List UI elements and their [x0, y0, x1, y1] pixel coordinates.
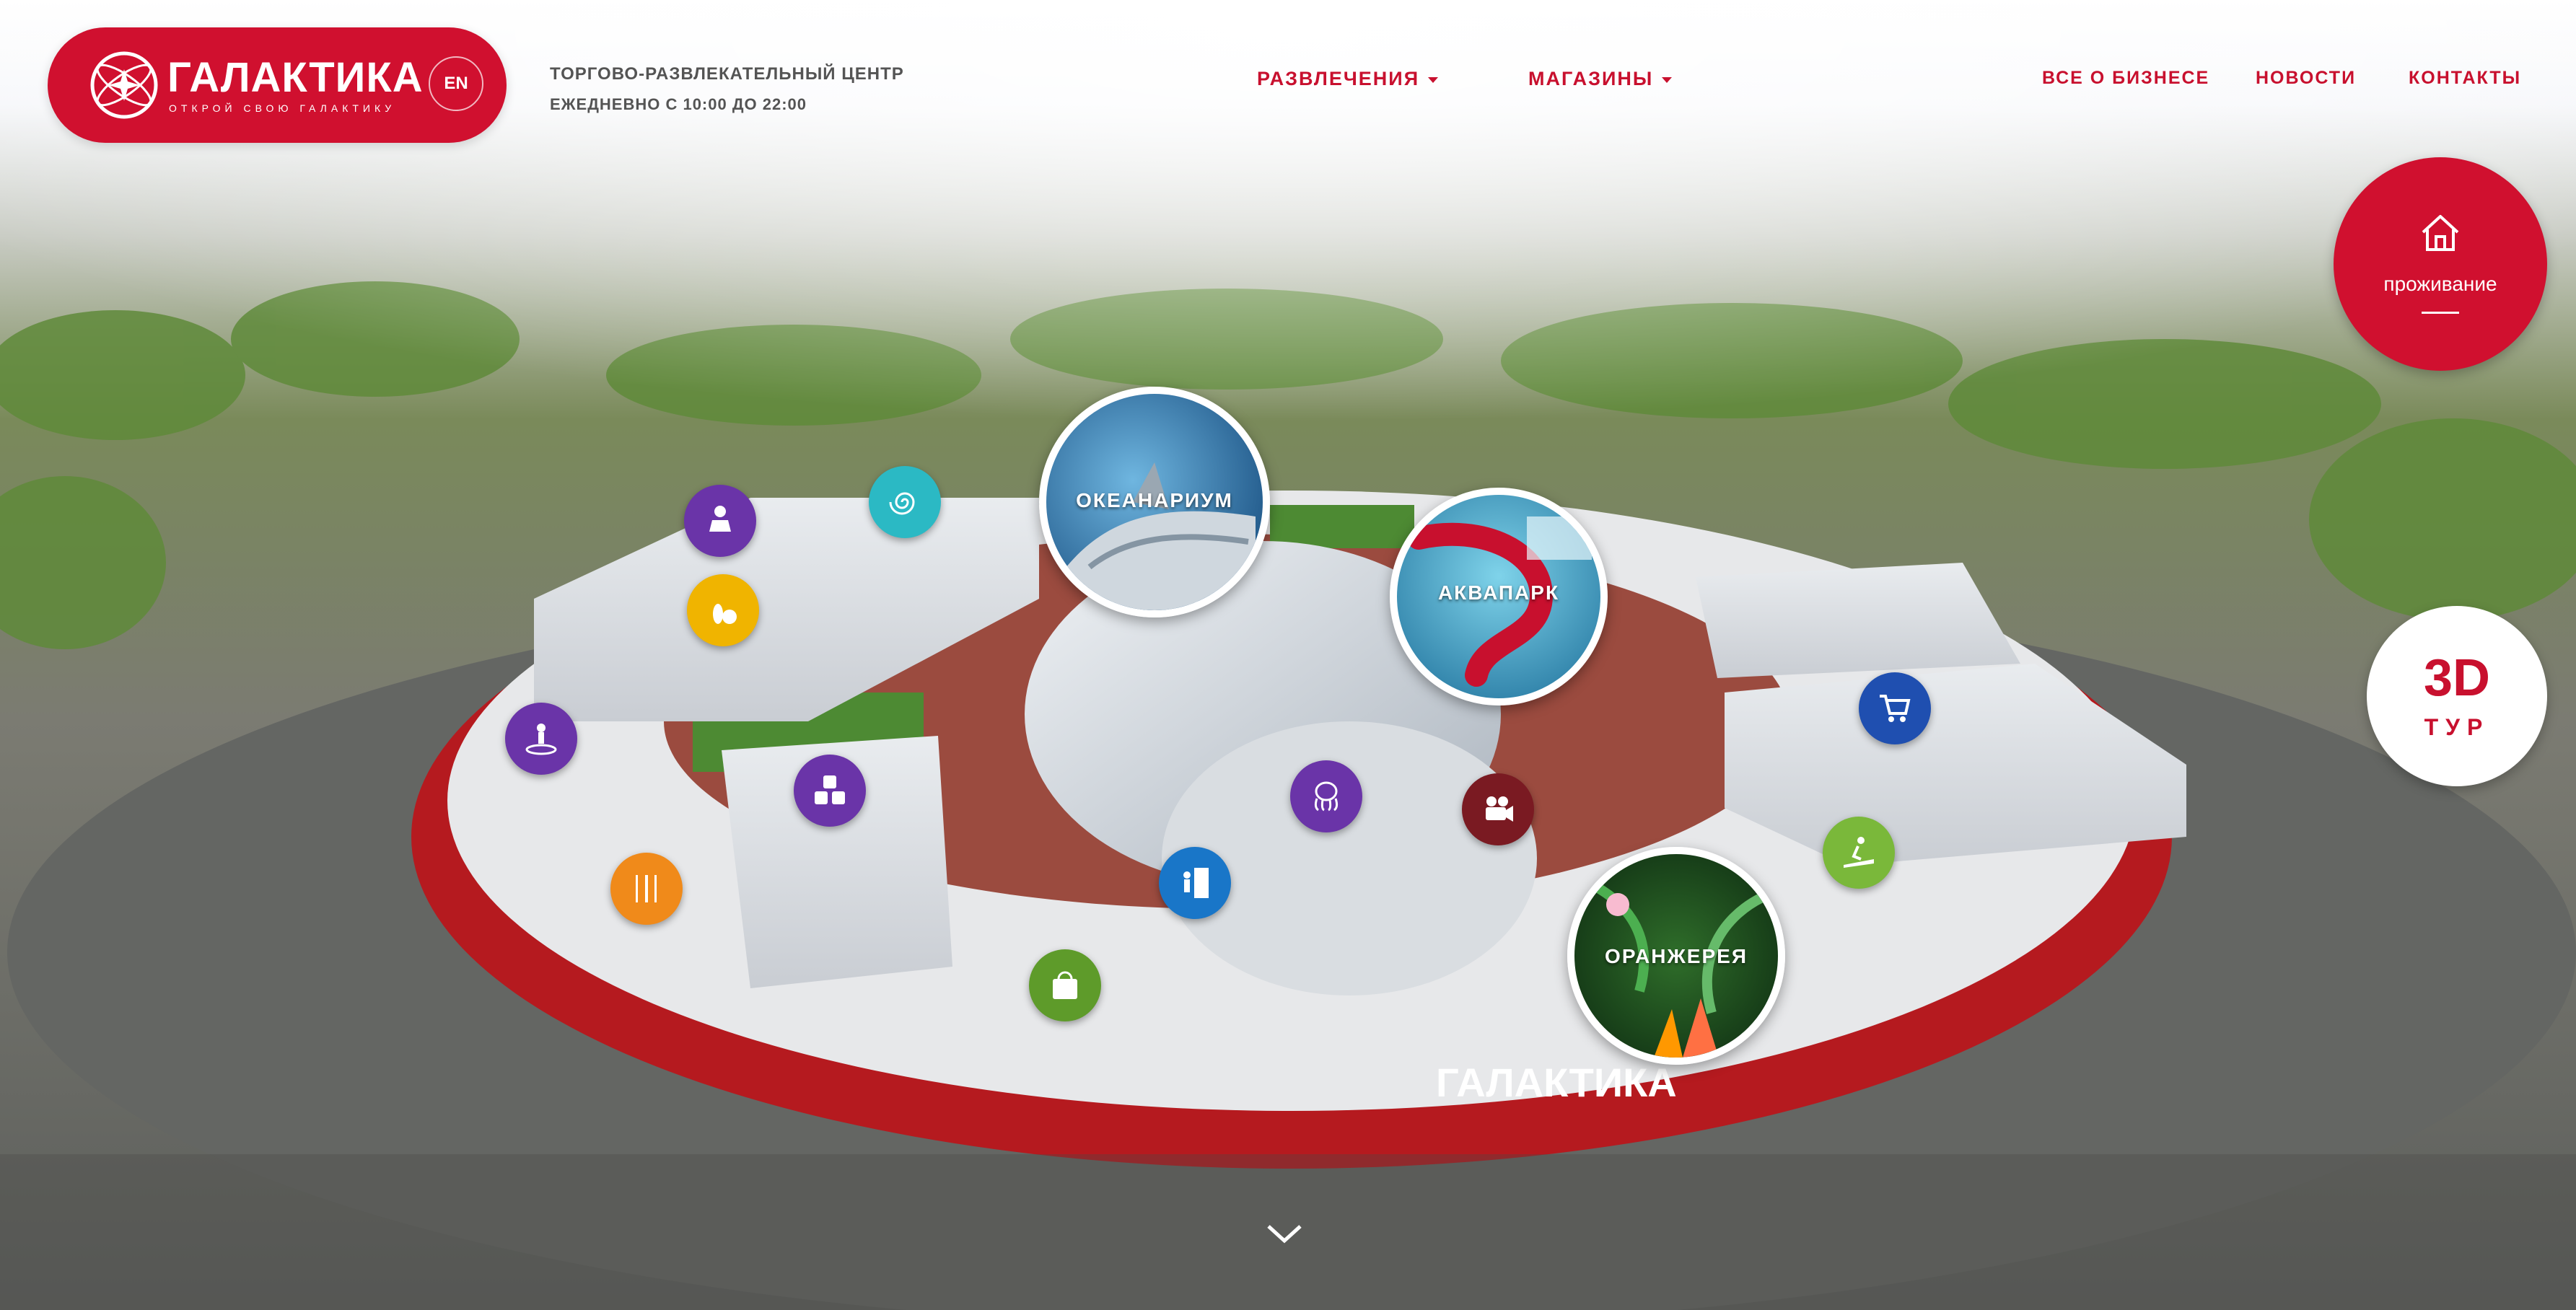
- housing-button[interactable]: проживание: [2334, 157, 2547, 371]
- climbing-wall-icon[interactable]: [1159, 847, 1231, 919]
- cinema-camera-icon[interactable]: [1462, 773, 1534, 845]
- oceanarium-label: ОКЕАНАРИУМ: [1076, 489, 1233, 511]
- shopping-cart-icon[interactable]: [1859, 672, 1931, 744]
- tour-3d-text: 3D: [2423, 649, 2491, 707]
- nav-contacts[interactable]: КОНТАКТЫ: [2409, 68, 2521, 89]
- aquapark-bubble[interactable]: АКВАПАРК: [1390, 488, 1608, 705]
- cubes-icon[interactable]: [794, 755, 866, 827]
- aerial-mall-view: ГАЛАКТИКА: [0, 0, 2576, 1310]
- spiral-icon[interactable]: [869, 466, 941, 538]
- food-court-icon[interactable]: [610, 853, 683, 925]
- caret-down-icon: [1428, 76, 1439, 83]
- fitness-treadmill-icon[interactable]: [1823, 817, 1895, 889]
- nav-news[interactable]: НОВОСТИ: [2256, 68, 2356, 89]
- nav-shops-label: МАГАЗИНЫ: [1528, 68, 1654, 89]
- nav-shops[interactable]: МАГАЗИНЫ: [1528, 68, 1673, 90]
- house-icon: [2422, 215, 2459, 251]
- aquapark-label: АКВАПАРК: [1437, 581, 1560, 604]
- octopus-icon[interactable]: [1290, 760, 1362, 832]
- housing-underline: [2422, 312, 2459, 314]
- logo[interactable]: ГАЛАКТИКА ОТКРОЙ СВОЮ ГАЛАКТИКУ EN: [48, 27, 507, 143]
- logo-name: ГАЛАКТИКА: [167, 54, 424, 101]
- opening-hours: ЕЖЕДНЕВНО С 10:00 ДО 22:00: [550, 95, 807, 113]
- mall-type: ТОРГОВО-РАЗВЛЕКАТЕЛЬНЫЙ ЦЕНТР: [550, 64, 904, 84]
- trampoline-icon[interactable]: [505, 703, 577, 775]
- site-header: ГАЛАКТИКА ОТКРОЙ СВОЮ ГАЛАКТИКУ EN ТОРГО…: [0, 0, 2576, 166]
- building-sign: ГАЛАКТИКА: [1436, 1060, 1677, 1105]
- oceanarium-bubble[interactable]: ОКЕАНАРИУМ: [1039, 387, 1270, 617]
- bowling-icon[interactable]: [687, 574, 759, 646]
- greenhouse-label: ОРАНЖЕРЕЯ: [1605, 945, 1748, 967]
- caret-down-icon: [1662, 76, 1673, 83]
- tour-text: ТУР: [2424, 714, 2490, 740]
- greenhouse-bubble[interactable]: ОРАНЖЕРЕЯ: [1567, 847, 1785, 1065]
- nav-entertainment-label: РАЗВЛЕЧЕНИЯ: [1257, 68, 1420, 89]
- kids-zone-icon[interactable]: [684, 485, 756, 557]
- nav-business[interactable]: ВСЕ О БИЗНЕСЕ: [2042, 68, 2209, 89]
- chevron-down-icon[interactable]: [1263, 1219, 1306, 1248]
- logo-tagline: ОТКРОЙ СВОЮ ГАЛАКТИКУ: [169, 102, 396, 114]
- shopping-bag-icon[interactable]: [1029, 949, 1101, 1021]
- galaxy-emblem-icon: [90, 51, 158, 119]
- 3d-tour-button[interactable]: 3D ТУР: [2367, 606, 2547, 786]
- nav-entertainment[interactable]: РАЗВЛЕЧЕНИЯ: [1257, 68, 1439, 90]
- mall-info: ТОРГОВО-РАЗВЛЕКАТЕЛЬНЫЙ ЦЕНТР ЕЖЕДНЕВНО …: [550, 59, 904, 120]
- language-switch-button[interactable]: EN: [429, 56, 483, 111]
- housing-label: проживание: [2383, 273, 2497, 295]
